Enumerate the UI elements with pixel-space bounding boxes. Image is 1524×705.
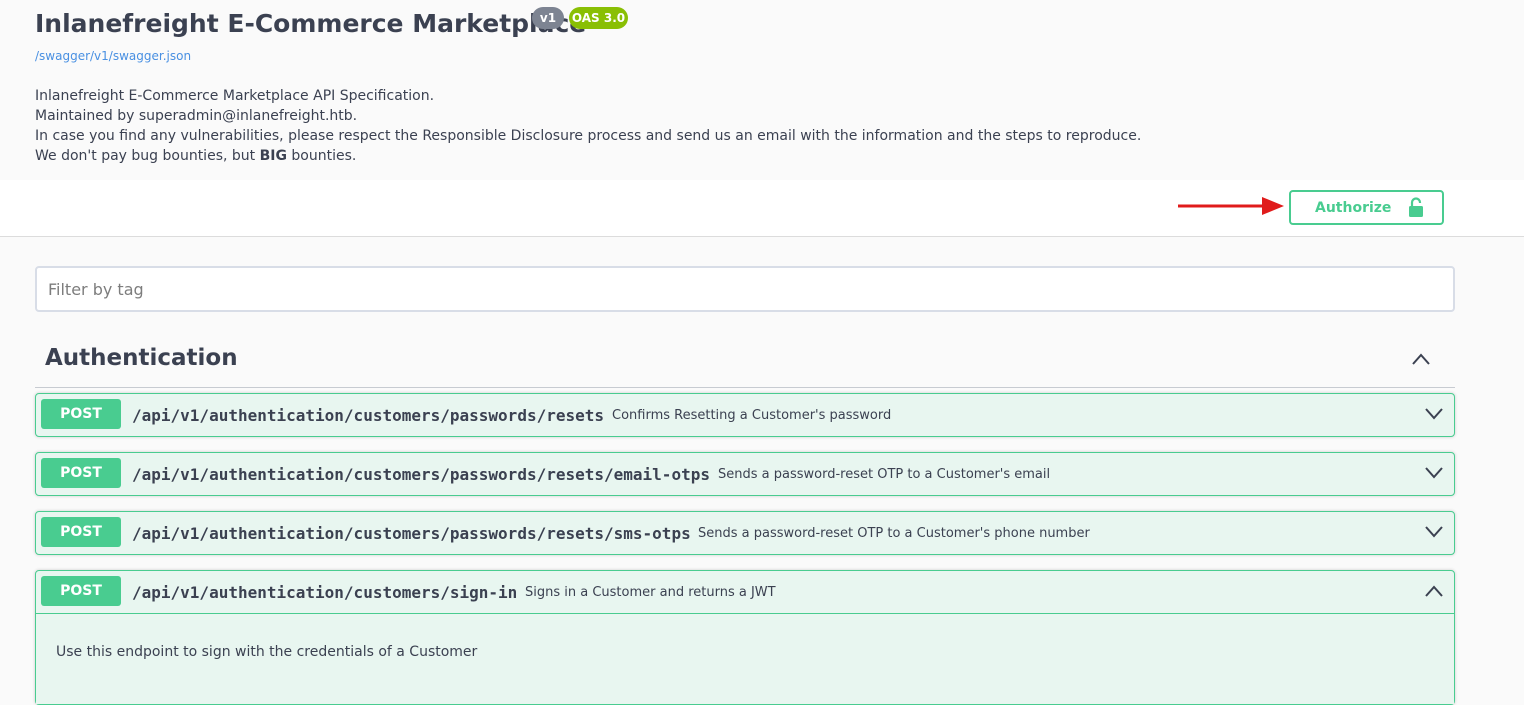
operation-path: /api/v1/authentication/customers/passwor… xyxy=(132,465,710,484)
method-badge: POST xyxy=(41,517,121,547)
description-line: Maintained by superadmin@inlanefreight.h… xyxy=(35,108,358,124)
spec-url-link[interactable]: /swagger/v1/swagger.json xyxy=(35,49,191,63)
oas-badge: OAS 3.0 xyxy=(569,7,628,29)
tag-section-authentication[interactable]: Authentication xyxy=(35,335,1455,388)
operation-summary-text: Signs in a Customer and returns a JWT xyxy=(525,585,776,600)
operation-block: POST /api/v1/authentication/customers/pa… xyxy=(35,511,1455,555)
authorize-button[interactable]: Authorize xyxy=(1289,190,1444,225)
chevron-down-icon[interactable] xyxy=(1424,407,1444,421)
bounty-text-start: We don't pay bug bounties, but xyxy=(35,148,256,164)
operation-summary-text: Sends a password-reset OTP to a Customer… xyxy=(698,526,1090,541)
operation-block-expanded: POST /api/v1/authentication/customers/si… xyxy=(35,570,1455,705)
operation-summary-text: Confirms Resetting a Customer's password xyxy=(612,408,892,423)
operation-path: /api/v1/authentication/customers/passwor… xyxy=(132,524,691,543)
tag-title: Authentication xyxy=(45,345,238,371)
description-line: In case you find any vulnerabilities, pl… xyxy=(35,128,1142,144)
description-line: Inlanefreight E-Commerce Marketplace API… xyxy=(35,88,435,104)
filter-by-tag-input[interactable] xyxy=(35,266,1455,312)
operation-summary[interactable]: POST /api/v1/authentication/customers/pa… xyxy=(36,453,1454,495)
authorize-label: Authorize xyxy=(1315,200,1392,216)
version-badge: v1 xyxy=(532,7,564,29)
operation-description: Use this endpoint to sign with the crede… xyxy=(56,644,478,660)
operation-summary[interactable]: POST /api/v1/authentication/customers/pa… xyxy=(36,512,1454,554)
method-badge: POST xyxy=(41,399,121,429)
operation-body: Use this endpoint to sign with the crede… xyxy=(36,613,1454,704)
bounty-text-bold: BIG xyxy=(259,148,287,164)
method-badge: POST xyxy=(41,576,121,606)
bounty-text-end: bounties. xyxy=(291,148,357,164)
operation-summary[interactable]: POST /api/v1/authentication/customers/si… xyxy=(36,571,1454,613)
description-line: We don't pay bug bounties, but BIG bount… xyxy=(35,146,1141,166)
method-badge: POST xyxy=(41,458,121,488)
chevron-up-icon[interactable] xyxy=(1424,584,1444,598)
operation-summary[interactable]: POST /api/v1/authentication/customers/pa… xyxy=(36,394,1454,436)
red-arrow-annotation xyxy=(1178,197,1284,215)
chevron-down-icon[interactable] xyxy=(1424,466,1444,480)
api-description: Inlanefreight E-Commerce Marketplace API… xyxy=(35,86,1141,166)
chevron-down-icon[interactable] xyxy=(1424,525,1444,539)
operation-block: POST /api/v1/authentication/customers/pa… xyxy=(35,452,1455,496)
info-section: Inlanefreight E-Commerce Marketplace v1 … xyxy=(0,0,1524,180)
operation-summary-text: Sends a password-reset OTP to a Customer… xyxy=(718,467,1051,482)
operation-path: /api/v1/authentication/customers/sign-in xyxy=(132,583,518,602)
page-title: Inlanefreight E-Commerce Marketplace xyxy=(35,9,587,38)
unlock-icon xyxy=(1409,197,1423,217)
chevron-up-icon[interactable] xyxy=(1411,352,1431,366)
operation-block: POST /api/v1/authentication/customers/pa… xyxy=(35,393,1455,437)
operation-path: /api/v1/authentication/customers/passwor… xyxy=(132,406,605,425)
